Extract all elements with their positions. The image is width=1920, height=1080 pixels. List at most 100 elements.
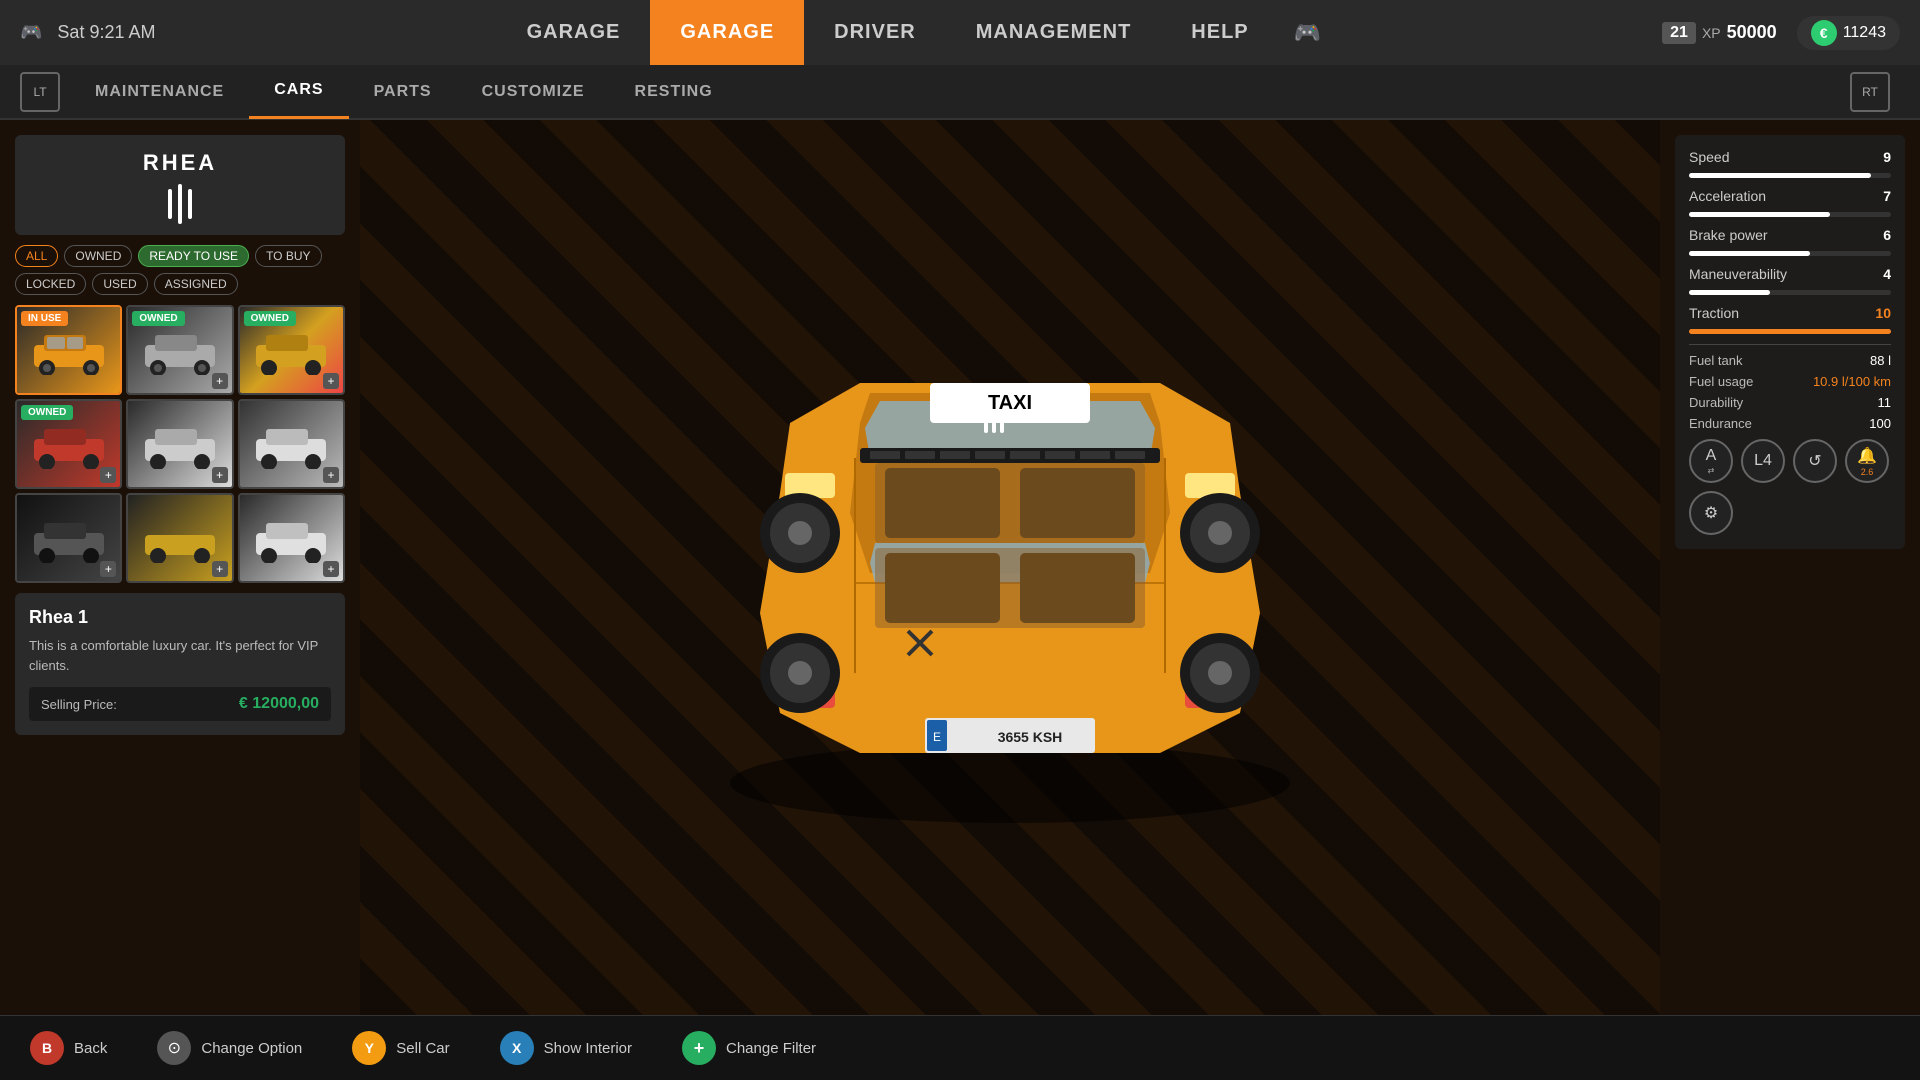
subnav-parts[interactable]: PARTS — [349, 64, 457, 119]
money-value: 11243 — [1843, 24, 1886, 42]
nav-garage[interactable]: GARAGE — [497, 0, 651, 65]
speed-label: Speed — [1689, 149, 1729, 165]
top-bar-right: 21 XP 50000 € 11243 — [1662, 16, 1900, 50]
fuel-usage-value: 10.9 l/100 km — [1813, 374, 1891, 389]
speed-bar-fill — [1689, 173, 1871, 178]
filter-locked[interactable]: LOCKED — [15, 273, 86, 295]
car-price-label: Selling Price: — [41, 697, 117, 712]
detail-fuel-usage: Fuel usage 10.9 l/100 km — [1689, 374, 1891, 389]
controller-icon-left: 🎮 — [20, 22, 42, 43]
traction-bar-fill — [1689, 329, 1891, 334]
car-add-6[interactable]: + — [323, 467, 339, 483]
b-button[interactable]: B — [30, 1031, 64, 1065]
change-option-button[interactable]: ⊙ — [157, 1031, 191, 1065]
drive-icon[interactable]: ↺ — [1793, 439, 1837, 483]
filter-used[interactable]: USED — [92, 273, 147, 295]
x-button[interactable]: X — [500, 1031, 534, 1065]
filter-ready[interactable]: READY TO USE — [138, 245, 249, 267]
icon-row: A ⇄ L4 ↺ 🔔 2.6 ⚙ — [1689, 439, 1891, 535]
fuel-usage-label: Fuel usage — [1689, 374, 1753, 389]
action-back[interactable]: B Back — [30, 1031, 107, 1065]
car-badge-owned-3: OWNED — [244, 311, 296, 326]
car-svg-4 — [29, 419, 109, 469]
settings-icon[interactable]: ⚙ — [1689, 491, 1733, 535]
car-thumb-4[interactable]: OWNED + — [15, 399, 122, 489]
subnav-resting[interactable]: RESTING — [610, 64, 738, 119]
change-option-label: Change Option — [201, 1040, 302, 1057]
car-add-8[interactable]: + — [212, 561, 228, 577]
filter-all[interactable]: ALL — [15, 245, 58, 267]
transmission-icon[interactable]: A ⇄ — [1689, 439, 1733, 483]
back-label: Back — [74, 1040, 107, 1057]
durability-value: 11 — [1878, 395, 1892, 410]
center-display: TAXI E 3655 KSH — [360, 120, 1660, 1015]
car-thumb-8[interactable]: + — [126, 493, 233, 583]
car-svg-8 — [140, 513, 220, 563]
plus-button[interactable]: + — [682, 1031, 716, 1065]
gear-icon[interactable]: L4 — [1741, 439, 1785, 483]
main-content: RHEA ALL OWNED READY TO USE TO BUY LOCKE… — [0, 120, 1920, 1015]
car-svg-9 — [251, 513, 331, 563]
action-sell-car[interactable]: Y Sell Car — [352, 1031, 449, 1065]
car-thumb-9[interactable]: + — [238, 493, 345, 583]
car-badge-owned-4: OWNED — [21, 405, 73, 420]
nav-help[interactable]: HELP — [1161, 0, 1278, 65]
stat-row-brake: Brake power 6 — [1689, 227, 1891, 243]
xp-level: 21 — [1662, 22, 1696, 44]
car-svg-1 — [29, 325, 109, 375]
euro-icon: € — [1811, 20, 1837, 46]
car-add-9[interactable]: + — [323, 561, 339, 577]
maneuverability-bar-fill — [1689, 290, 1770, 295]
nav-driver[interactable]: DRIVER — [804, 0, 946, 65]
stat-row-speed: Speed 9 — [1689, 149, 1891, 165]
stat-row-traction: Traction 10 — [1689, 305, 1891, 321]
car-add-4[interactable]: + — [100, 467, 116, 483]
car-thumb-2[interactable]: OWNED + — [126, 305, 233, 395]
acceleration-bar-fill — [1689, 212, 1830, 217]
filter-assigned[interactable]: ASSIGNED — [154, 273, 238, 295]
car-add-2[interactable]: + — [212, 373, 228, 389]
xp-badge: 21 XP 50000 — [1662, 22, 1777, 44]
action-show-interior[interactable]: X Show Interior — [500, 1031, 632, 1065]
car-badge-inuse: IN USE — [21, 311, 68, 326]
brand-logo — [30, 184, 330, 224]
action-change-option[interactable]: ⊙ Change Option — [157, 1031, 302, 1065]
nav-active[interactable]: GARAGE — [650, 0, 804, 65]
filter-tobuy[interactable]: TO BUY — [255, 245, 321, 267]
lt-icon[interactable]: LT — [20, 72, 60, 112]
svg-text:TAXI: TAXI — [988, 392, 1032, 414]
svg-text:3655 KSH: 3655 KSH — [998, 729, 1063, 745]
car-svg-3 — [251, 325, 331, 375]
alert-icon[interactable]: 🔔 2.6 — [1845, 439, 1889, 483]
subnav-customize[interactable]: CUSTOMIZE — [457, 64, 610, 119]
car-thumb-5[interactable]: + — [126, 399, 233, 489]
stats-divider — [1689, 344, 1891, 345]
datetime: Sat 9:21 AM — [57, 22, 155, 43]
subnav-maintenance[interactable]: MAINTENANCE — [70, 64, 249, 119]
car-brand-box: RHEA — [15, 135, 345, 235]
rt-icon[interactable]: RT — [1850, 72, 1890, 112]
fuel-tank-value: 88 l — [1870, 353, 1891, 368]
sub-nav: LT MAINTENANCE CARS PARTS CUSTOMIZE REST… — [0, 65, 1920, 120]
car-add-5[interactable]: + — [212, 467, 228, 483]
car-thumb-6[interactable]: + — [238, 399, 345, 489]
action-change-filter[interactable]: + Change Filter — [682, 1031, 816, 1065]
car-add-3[interactable]: + — [323, 373, 339, 389]
sell-car-label: Sell Car — [396, 1040, 449, 1057]
nav-management[interactable]: MANAGEMENT — [946, 0, 1162, 65]
car-add-7[interactable]: + — [100, 561, 116, 577]
stats-box: Speed 9 Acceleration 7 Brake power 6 — [1675, 135, 1905, 549]
filter-owned[interactable]: OWNED — [64, 245, 132, 267]
car-svg-6 — [251, 419, 331, 469]
car-thumb-7[interactable]: + — [15, 493, 122, 583]
car-thumb-1[interactable]: IN USE — [15, 305, 122, 395]
logo-bar-3 — [188, 189, 192, 219]
left-panel: RHEA ALL OWNED READY TO USE TO BUY LOCKE… — [0, 120, 360, 1015]
filter-tags: ALL OWNED READY TO USE TO BUY LOCKED USE… — [15, 245, 345, 295]
subnav-cars[interactable]: CARS — [249, 64, 348, 119]
y-button[interactable]: Y — [352, 1031, 386, 1065]
detail-durability: Durability 11 — [1689, 395, 1891, 410]
car-thumb-3[interactable]: OWNED + — [238, 305, 345, 395]
right-panel: Speed 9 Acceleration 7 Brake power 6 — [1660, 120, 1920, 1015]
brake-value: 6 — [1883, 227, 1891, 243]
